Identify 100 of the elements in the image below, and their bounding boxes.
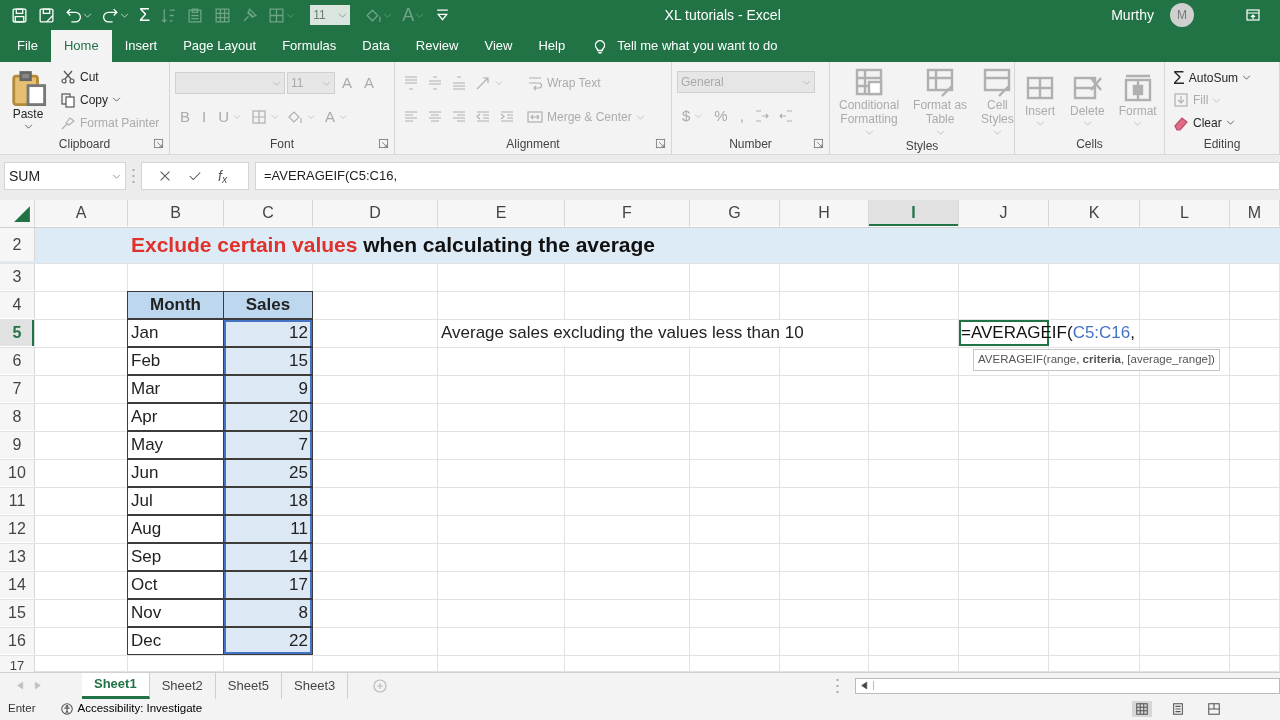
row-header[interactable]: 7 [0,376,35,403]
new-sheet-button[interactable] [372,677,389,694]
page-break-view-icon [1207,702,1221,716]
ribbon-button[interactable]: Clear [1170,112,1238,133]
row-header[interactable]: 11 [0,488,35,515]
table-cell: Oct [127,571,224,600]
column-header[interactable]: G [690,200,780,226]
table-cell: Apr [127,403,224,432]
ribbon-button[interactable]: Σ AutoSum [1170,67,1255,89]
redo-icon [102,6,119,24]
table-cell: Jun [127,459,224,488]
ribbon-button[interactable]: Copy [57,90,124,110]
formula-field[interactable]: =AVERAGEIF(C5:C16, [255,162,1280,190]
merge-cells-icon [527,109,543,125]
row-header[interactable]: 4 [0,292,35,319]
row-header[interactable]: 8 [0,404,35,431]
row-header[interactable]: 15 [0,600,35,627]
diagonal-arrow-icon [475,75,491,91]
row-header[interactable]: 13 [0,544,35,571]
indent-icon [499,109,515,125]
row-header[interactable]: 2 [0,228,35,262]
ribbon-tab[interactable]: File [4,30,51,62]
sheet-tab[interactable]: Sheet1 [82,672,150,699]
row-header[interactable]: 5 [0,320,35,347]
right-arrow-icon [33,681,42,690]
align-left-icon [403,109,419,125]
table-cell: 14 [223,543,313,572]
column-header[interactable]: I [869,200,959,226]
ribbon-tab[interactable]: Help [525,30,579,62]
table-header-cell: Sales [223,291,313,320]
caret-icon [415,10,425,20]
caret-icon [112,95,121,105]
column-header[interactable]: K [1049,200,1140,226]
column-header[interactable]: B [128,200,224,226]
select-all-button[interactable] [13,204,31,223]
decrease-decimal-icon [777,108,794,125]
page-layout-view-icon [1171,702,1185,716]
tell-me-search[interactable]: Tell me what you want to do [578,30,791,62]
table-cell: 25 [223,459,313,488]
group-label: Clipboard [58,136,111,153]
align-right-icon [451,109,467,125]
ribbon-tab[interactable]: View [471,30,526,62]
ribbon-tab[interactable]: Formulas [269,30,350,62]
row-header[interactable]: 3 [0,264,35,290]
table-icon [214,6,232,24]
row-header[interactable]: 16 [0,628,35,655]
caret-icon [112,171,121,181]
row-header[interactable]: 14 [0,572,35,599]
row-header[interactable]: 17 [0,656,35,672]
row-header[interactable]: 10 [0,460,35,487]
column-header[interactable]: A [35,200,128,226]
table-cell: 18 [223,487,313,516]
column-header[interactable]: J [959,200,1049,226]
align-middle-icon [427,75,443,91]
enter-button[interactable] [188,169,202,183]
table-cell: 20 [223,403,313,432]
table-cell: Sep [127,543,224,572]
accessibility-button[interactable]: Accessibility: Investigate [59,700,203,718]
normal-view-icon [1135,702,1149,716]
caret-icon [1242,73,1252,83]
table-cell: Aug [127,515,224,544]
align-top-icon [403,75,419,91]
function-tooltip: AVERAGEIF(range, criteria, [average_range]) [973,349,1220,371]
column-header[interactable]: M [1230,200,1280,226]
quick-access-button[interactable]: Σ [136,2,154,28]
sort-icon [160,6,178,24]
caret-icon [322,78,331,88]
add-icon [372,677,389,694]
ribbon-tab[interactable]: Review [402,30,472,62]
caret-icon [272,78,281,88]
dialog-launcher-button[interactable] [378,138,389,149]
caret-icon [864,127,874,137]
column-header[interactable]: L [1140,200,1230,226]
dialog-launcher-button[interactable] [655,138,666,149]
ribbon-tab[interactable]: Data [349,30,403,62]
name-box[interactable]: SUM [4,162,126,190]
insert-function-button[interactable]: f$_{x}$ [218,165,228,187]
column-header[interactable]: E [438,200,565,226]
row-header[interactable]: 6 [0,348,35,375]
dialog-launcher-button[interactable] [813,138,824,149]
column-header[interactable]: F [565,200,690,226]
ribbon-tab[interactable]: Insert [111,30,171,62]
ribbon-tab[interactable]: Page Layout [170,30,270,62]
row-header[interactable]: 12 [0,516,35,543]
horizontal-scrollbar[interactable] [855,677,1280,694]
normal-view-button[interactable] [1132,701,1152,717]
cancel-button[interactable] [158,169,172,183]
dialog-launcher-button[interactable] [153,138,164,149]
table-cell: 8 [223,599,313,628]
ribbon-button[interactable]: Paste [5,68,51,132]
ribbon-tab[interactable]: Home [50,30,112,62]
column-header[interactable]: D [313,200,438,226]
caret-icon [802,77,811,87]
sheet-title: Exclude certain values when calculating the average [130,231,657,258]
column-header[interactable]: H [780,200,869,226]
row-header[interactable]: 9 [0,432,35,459]
next-sheet-button[interactable] [33,681,42,690]
column-header[interactable]: C [224,200,313,226]
ribbon-button[interactable]: Cut [57,67,102,88]
previous-sheet-button[interactable] [16,681,25,690]
